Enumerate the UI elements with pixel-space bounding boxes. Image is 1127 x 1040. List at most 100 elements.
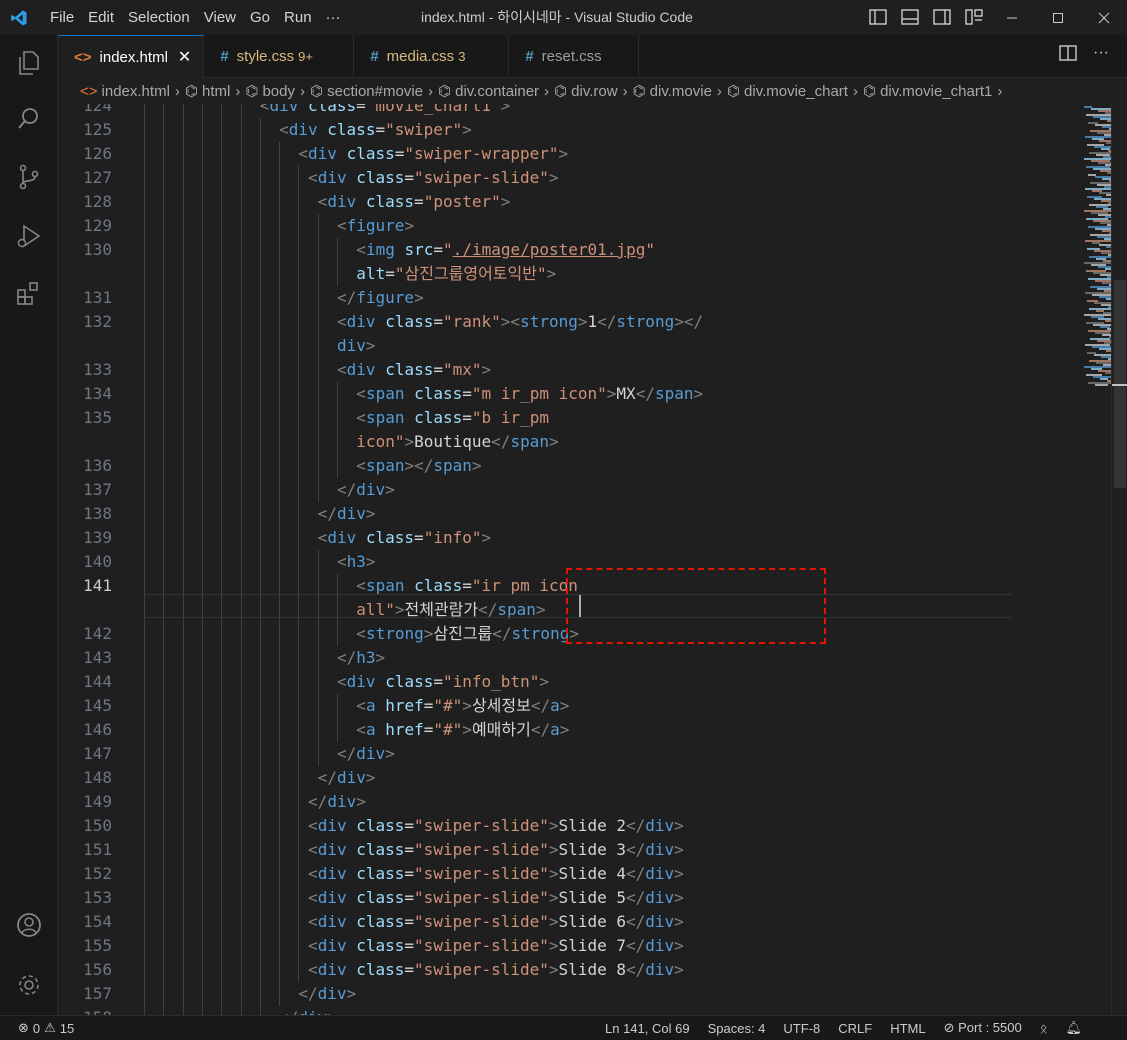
vscode-logo-icon[interactable] [0, 0, 38, 35]
customize-layout-icon[interactable] [964, 8, 986, 28]
tab-style-css[interactable]: # style.css 9+ [204, 35, 355, 78]
code-line[interactable]: 132 <div class="rank"><strong>1</strong><… [58, 310, 1018, 334]
toggle-panel-icon[interactable] [900, 8, 922, 28]
code-line[interactable]: 154 <div class="swiper-slide">Slide 6</di… [58, 910, 1018, 934]
code-line[interactable]: 144 <div class="info_btn"> [58, 670, 1018, 694]
indent-guide [221, 262, 223, 286]
indent-guide [221, 382, 223, 406]
code-line[interactable]: 135 <span class="b ir_pm [58, 406, 1018, 430]
indent-guide [221, 238, 223, 262]
code-line[interactable]: 152 <div class="swiper-slide">Slide 4</di… [58, 862, 1018, 886]
code-line[interactable]: 143 </h3> [58, 646, 1018, 670]
code-line[interactable]: 151 <div class="swiper-slide">Slide 3</di… [58, 838, 1018, 862]
code-line[interactable]: icon">Boutique</span> [58, 430, 1018, 454]
tab-media-css[interactable]: # media.css 3 [354, 35, 510, 78]
breadcrumb-item[interactable]: ⌬ html [185, 82, 230, 101]
breadcrumb-item[interactable]: ⌬ body [245, 82, 295, 101]
menu-go[interactable]: Go [243, 0, 277, 35]
menu-file[interactable]: File [38, 0, 81, 35]
code-line[interactable]: 147 </div> [58, 742, 1018, 766]
code-line[interactable]: 131 </figure> [58, 286, 1018, 310]
tab-reset-css[interactable]: # reset.css [509, 35, 640, 78]
source-control-icon[interactable] [11, 159, 47, 195]
code-line[interactable]: 136 <span></span> [58, 454, 1018, 478]
toggle-secondary-sidebar-icon[interactable] [932, 8, 954, 28]
code-line[interactable]: 137 </div> [58, 478, 1018, 502]
indent-guide [298, 934, 300, 958]
line-ending[interactable]: CRLF [838, 1021, 872, 1036]
more-actions-icon[interactable]: ··· [1093, 45, 1109, 66]
split-editor-icon[interactable] [1059, 45, 1077, 66]
minimize-icon[interactable] [989, 0, 1035, 35]
code-line[interactable]: 133 <div class="mx"> [58, 358, 1018, 382]
breadcrumb-item[interactable]: ⌬ div.movie_chart1 [863, 82, 992, 101]
menu-run[interactable]: Run [277, 0, 319, 35]
code-line[interactable]: 155 <div class="swiper-slide">Slide 7</di… [58, 934, 1018, 958]
code-line[interactable]: 128 <div class="poster"> [58, 190, 1018, 214]
code-area[interactable]: 124 <div class="movie_chart1"> 125 <div cla… [58, 104, 1018, 1015]
code-line[interactable]: 157 </div> [58, 982, 1018, 1006]
breadcrumb-item[interactable]: ⌬ section#movie [310, 82, 423, 101]
code-line[interactable]: 125 <div class="swiper"> [58, 118, 1018, 142]
code-line[interactable]: 140 <h3> [58, 550, 1018, 574]
code-line[interactable]: 126 <div class="swiper-wrapper"> [58, 142, 1018, 166]
code-line[interactable]: 148 </div> [58, 766, 1018, 790]
live-server-port[interactable]: ⊘ Port : 5500 [944, 1020, 1022, 1036]
line-number: 144 [83, 672, 112, 691]
code-line[interactable]: 145 <a href="#">상세정보</a> [58, 694, 1018, 718]
tab-index-html[interactable]: <> index.html ✕ [58, 35, 205, 78]
breadcrumb-item[interactable]: ⌬ div.movie [633, 82, 712, 101]
minimap[interactable] [1020, 104, 1127, 1015]
menu-edit[interactable]: Edit [81, 0, 121, 35]
encoding[interactable]: UTF-8 [783, 1021, 820, 1036]
code-line[interactable]: 134 <span class="m ir_pm icon">MX</span> [58, 382, 1018, 406]
menu-view[interactable]: View [197, 0, 243, 35]
vertical-scrollbar[interactable] [1111, 104, 1127, 1015]
menu-more[interactable]: ··· [319, 0, 348, 35]
account-icon[interactable] [11, 907, 47, 943]
code-line[interactable]: 146 <a href="#">예매하기</a> [58, 718, 1018, 742]
breadcrumb-item[interactable]: ⌬ div.movie_chart [727, 82, 848, 101]
cursor-position[interactable]: Ln 141, Col 69 [605, 1021, 690, 1036]
breadcrumb-item[interactable]: ⌬ div.row [554, 82, 618, 101]
indent-guide [201, 670, 203, 694]
accounts-icon[interactable]: ᛟ [1040, 1021, 1048, 1036]
breadcrumb-item[interactable]: <> index.html [80, 83, 170, 100]
extensions-icon[interactable] [11, 276, 47, 312]
code-line[interactable]: 138 </div> [58, 502, 1018, 526]
code-editor[interactable]: 124 <div class="movie_chart1"> 125 <div cla… [58, 104, 1127, 1015]
language-mode[interactable]: HTML [890, 1021, 925, 1036]
indent-guide [240, 118, 242, 142]
run-debug-icon[interactable] [11, 218, 47, 254]
code-line[interactable]: 156 <div class="swiper-slide">Slide 8</di… [58, 958, 1018, 982]
indent-guide [201, 142, 203, 166]
code-line[interactable]: 124 <div class="movie_chart1"> [58, 104, 1018, 118]
toggle-primary-sidebar-icon[interactable] [868, 8, 890, 28]
search-icon[interactable] [11, 101, 47, 137]
indent-guide [259, 790, 261, 814]
code-line[interactable]: 127 <div class="swiper-slide"> [58, 166, 1018, 190]
code-line[interactable]: 149 </div> [58, 790, 1018, 814]
settings-gear-icon[interactable] [11, 967, 47, 1003]
maximize-icon[interactable] [1035, 0, 1081, 35]
menu-selection[interactable]: Selection [121, 0, 197, 35]
code-line[interactable]: 139 <div class="info"> [58, 526, 1018, 550]
code-line[interactable]: 129 <figure> [58, 214, 1018, 238]
code-line[interactable]: 130 <img src="./image/poster01.jpg" [58, 238, 1018, 262]
code-line[interactable]: 158 </div> [58, 1006, 1018, 1015]
indent-guide [298, 406, 300, 430]
code-line[interactable]: alt="삼진그룹영어토익반"> [58, 262, 1018, 286]
problems-indicator[interactable]: ⊗ 0 ⚠ 15 [18, 1020, 74, 1036]
breadcrumb-item[interactable]: ⌬ div.container [438, 82, 539, 101]
indentation[interactable]: Spaces: 4 [708, 1021, 766, 1036]
code-line[interactable]: 150 <div class="swiper-slide">Slide 2</di… [58, 814, 1018, 838]
close-tab-icon[interactable]: ✕ [178, 47, 191, 67]
indent-guide [259, 166, 261, 190]
code-line[interactable]: 142 <strong>삼진그룹</strong> [58, 622, 1018, 646]
code-line[interactable]: 153 <div class="swiper-slide">Slide 5</di… [58, 886, 1018, 910]
code-line[interactable]: div> [58, 334, 1018, 358]
close-window-icon[interactable] [1081, 0, 1127, 35]
indent-guide [298, 358, 300, 382]
notifications-bell-icon[interactable]: 🔔︎ [1066, 1020, 1083, 1036]
explorer-icon[interactable] [11, 45, 47, 81]
